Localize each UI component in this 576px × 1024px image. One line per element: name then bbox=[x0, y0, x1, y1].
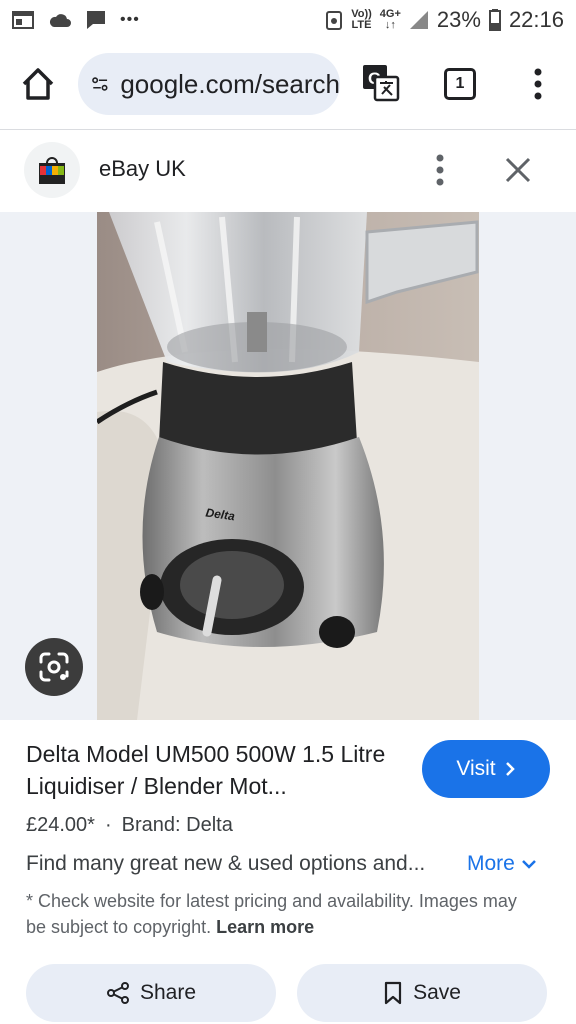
address-bar[interactable]: google.com/search bbox=[78, 53, 340, 115]
tab-count: 1 bbox=[455, 75, 465, 92]
google-lens-button[interactable] bbox=[25, 638, 83, 696]
share-label: Share bbox=[139, 981, 197, 1004]
signal-icon bbox=[409, 11, 428, 29]
volte-indicator: Vo)) LTE bbox=[351, 8, 372, 31]
status-bar: ••• Vo)) LTE 4G+ ↓↑ 23% 22:16 bbox=[0, 0, 576, 40]
share-button[interactable]: Share bbox=[26, 964, 276, 1022]
more-label: More bbox=[467, 852, 515, 875]
battery-percent: 23% bbox=[436, 7, 481, 32]
image-viewer: Delta bbox=[0, 212, 576, 720]
product-title[interactable]: Delta Model UM500 500W 1.5 Litre Liquidi… bbox=[26, 738, 406, 802]
bookmark-icon bbox=[384, 981, 402, 1005]
price-row: £24.00* · Brand: Delta bbox=[26, 814, 233, 837]
site-settings-icon[interactable] bbox=[92, 73, 108, 95]
product-description: Find many great new & used options and..… bbox=[26, 852, 426, 875]
more-vert-icon[interactable] bbox=[428, 150, 452, 190]
save-button[interactable]: Save bbox=[297, 964, 547, 1022]
message-notification-icon bbox=[87, 11, 105, 29]
data-saver-icon bbox=[326, 11, 343, 30]
more-vert-icon[interactable] bbox=[526, 64, 550, 104]
share-icon bbox=[106, 982, 129, 1004]
save-label: Save bbox=[413, 981, 461, 1004]
visit-button[interactable]: Visit bbox=[422, 740, 550, 798]
cloud-notification-icon bbox=[49, 14, 71, 27]
ebay-logo bbox=[24, 142, 80, 198]
network-type-indicator: 4G+ ↓↑ bbox=[379, 8, 401, 31]
visit-label: Visit bbox=[456, 757, 496, 780]
brand: Brand: Delta bbox=[121, 814, 233, 836]
tab-switcher-button[interactable]: 1 bbox=[444, 68, 476, 100]
disclaimer: * Check website for latest pricing and a… bbox=[26, 888, 536, 940]
price: £24.00* bbox=[26, 814, 95, 836]
home-icon[interactable] bbox=[18, 64, 58, 104]
separator-dot: · bbox=[104, 814, 112, 836]
blender-photo: Delta bbox=[97, 212, 479, 720]
close-icon[interactable] bbox=[500, 152, 536, 188]
battery-icon bbox=[488, 9, 501, 31]
more-button[interactable]: More bbox=[467, 852, 537, 876]
calendar-notification-icon bbox=[12, 11, 34, 29]
learn-more-link[interactable]: Learn more bbox=[216, 917, 314, 937]
product-image[interactable]: Delta bbox=[97, 212, 479, 720]
url-text: google.com/search bbox=[120, 68, 340, 99]
chevron-down-icon bbox=[521, 860, 536, 869]
translate-icon[interactable]: G bbox=[362, 64, 400, 102]
lens-icon bbox=[39, 652, 69, 682]
source-header: eBay UK bbox=[0, 130, 576, 212]
clock: 22:16 bbox=[508, 7, 564, 32]
shopping-bag-icon bbox=[39, 157, 65, 184]
product-details: Delta Model UM500 500W 1.5 Litre Liquidi… bbox=[0, 720, 576, 1024]
source-name[interactable]: eBay UK bbox=[99, 156, 186, 182]
browser-toolbar: google.com/search G 1 bbox=[0, 40, 576, 130]
chevron-right-icon bbox=[505, 762, 515, 776]
status-overflow-dots: ••• bbox=[120, 11, 140, 28]
